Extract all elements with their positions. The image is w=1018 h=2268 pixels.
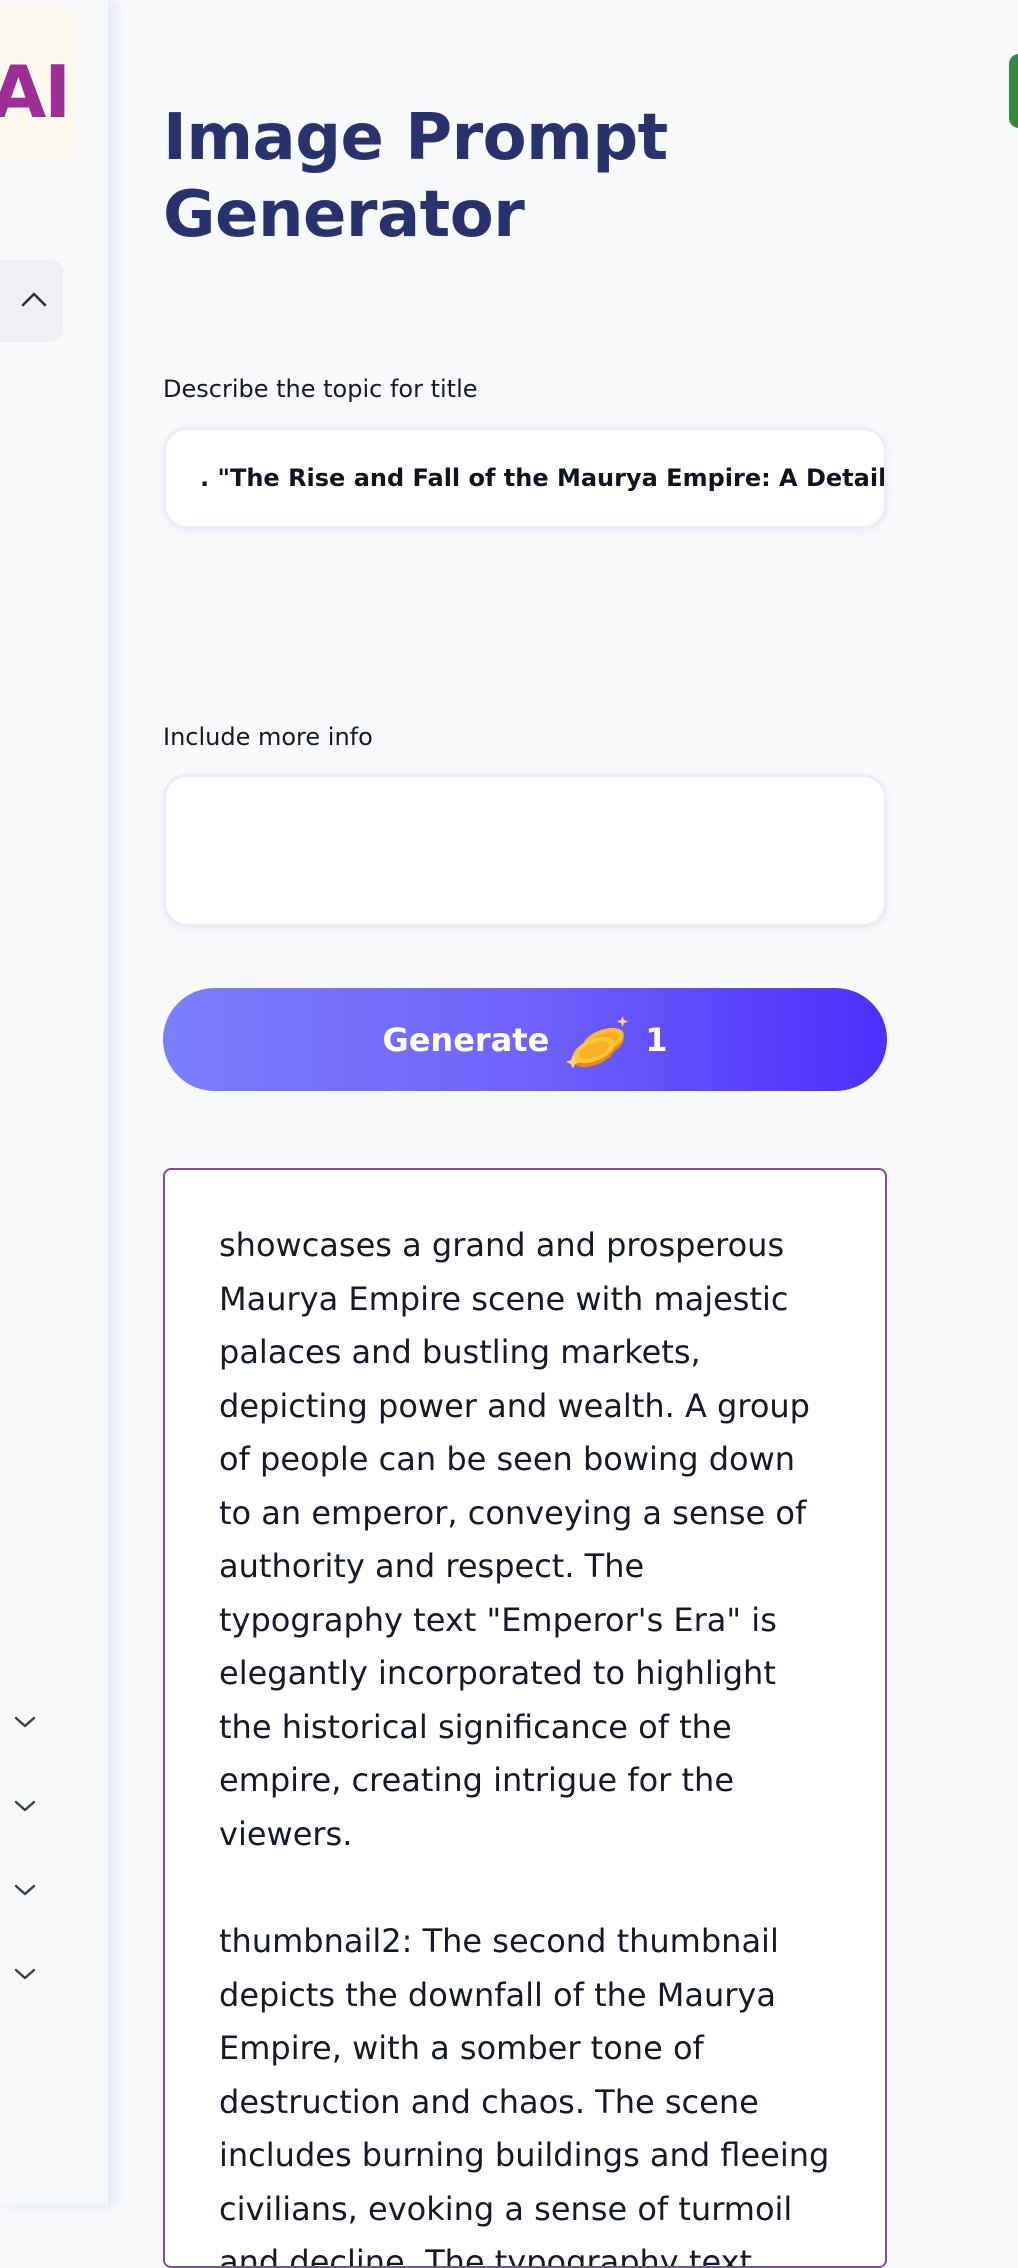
coins-icon xyxy=(563,1012,631,1068)
topic-field-label: Describe the topic for title xyxy=(163,375,478,403)
output-paragraph: thumbnail2: The second thumbnail depicts… xyxy=(219,1922,830,2268)
chevron-up-icon xyxy=(20,290,48,312)
info-field-label: Include more info xyxy=(163,723,373,751)
chevron-down-icon[interactable] xyxy=(12,1961,38,1987)
feedback-tab[interactable] xyxy=(1009,54,1018,128)
topic-input-value: . "The Rise and Fall of the Maurya Empir… xyxy=(200,464,887,492)
chevron-down-icon[interactable] xyxy=(12,1709,38,1735)
logo[interactable]: AI xyxy=(0,8,77,160)
generate-button[interactable]: Generate 1 xyxy=(163,988,887,1091)
chevron-down-icon[interactable] xyxy=(12,1793,38,1819)
more-info-input[interactable] xyxy=(163,774,887,927)
sidebar: AI xyxy=(0,0,108,2205)
sidebar-collapse-button[interactable] xyxy=(0,260,63,342)
generate-button-label: Generate xyxy=(382,1020,550,1059)
topic-input[interactable]: . "The Rise and Fall of the Maurya Empir… xyxy=(163,427,887,529)
logo-text: AI xyxy=(0,50,71,134)
generate-cost: 1 xyxy=(645,1020,668,1059)
chevron-down-icon[interactable] xyxy=(12,1877,38,1903)
output-paragraph: showcases a grand and prosperous Maurya … xyxy=(219,1226,810,1853)
output-panel[interactable]: showcases a grand and prosperous Maurya … xyxy=(163,1168,887,2268)
page-title: Image Prompt Generator xyxy=(163,101,668,252)
